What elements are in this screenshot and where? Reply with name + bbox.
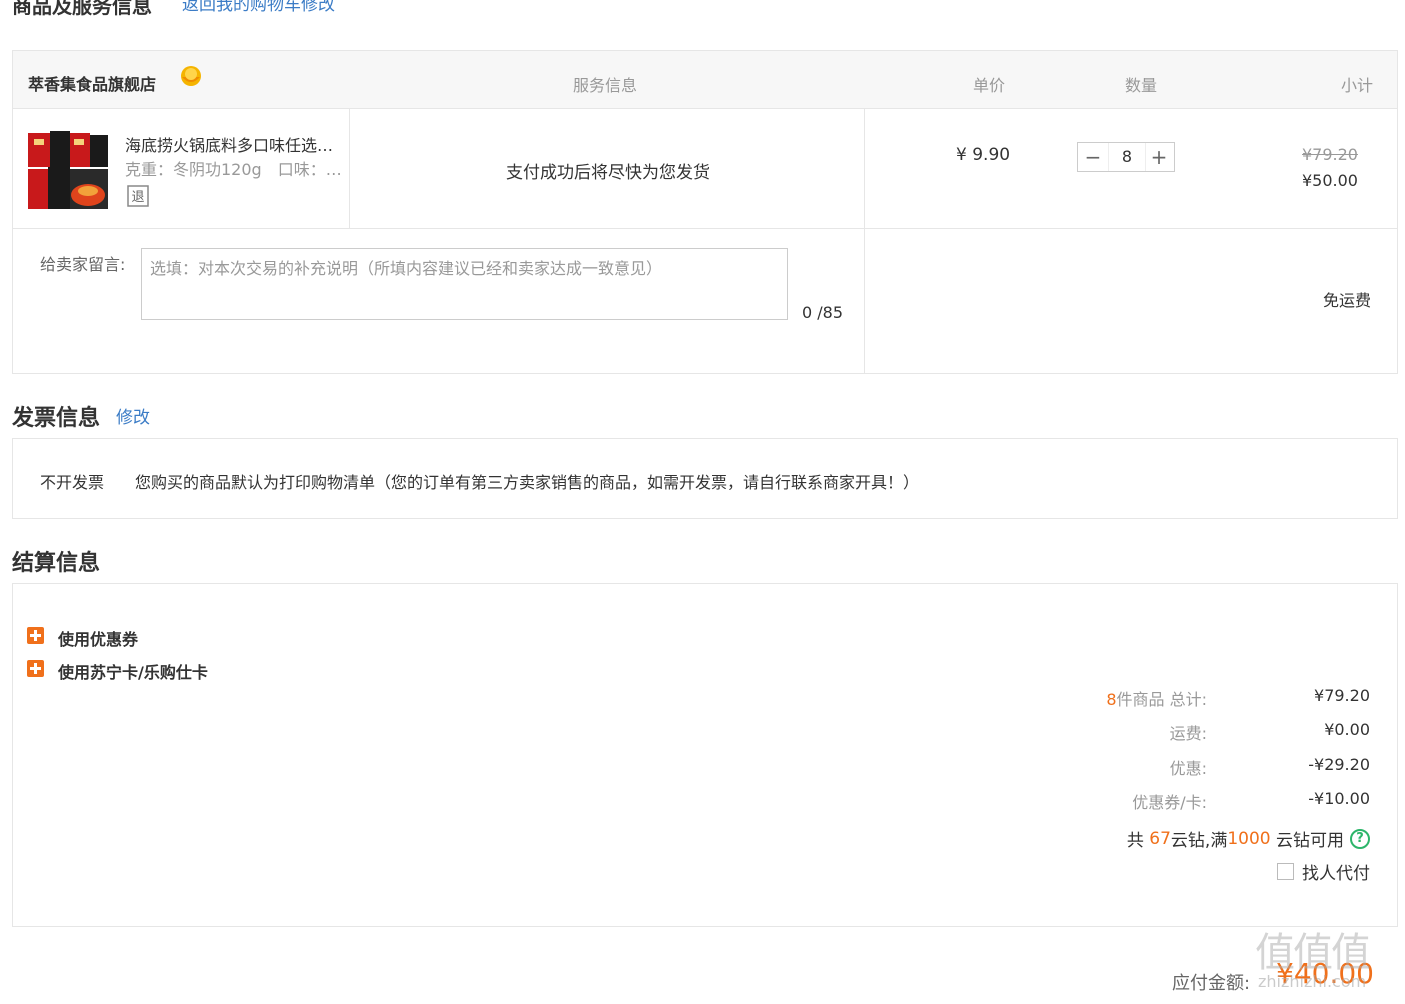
- minus-icon[interactable]: −: [1078, 143, 1108, 171]
- shipping-fee-note: 免运费: [1323, 291, 1372, 310]
- item-count: 8: [1106, 690, 1117, 709]
- back-to-cart-link[interactable]: 返回我的购物车修改: [182, 0, 335, 15]
- service-note: 支付成功后将尽快为您发货: [506, 163, 710, 183]
- item-count-suffix: 件商品 总计:: [1116, 690, 1207, 709]
- divider: [864, 109, 865, 374]
- seller-message-input[interactable]: [141, 248, 788, 320]
- yunzuan-info: 共 67 云钻,满 1000 云钻可用 ?: [1127, 826, 1370, 851]
- proxy-pay-checkbox[interactable]: [1277, 863, 1294, 880]
- svg-text:退: 退: [131, 190, 144, 205]
- section-title-items: 商品及服务信息: [12, 0, 152, 18]
- quantity-stepper: − 8 +: [1077, 142, 1175, 172]
- unit-price: ¥ 9.90: [956, 145, 1011, 165]
- store-badge-icon: [181, 66, 201, 86]
- plus-icon[interactable]: +: [1144, 143, 1174, 171]
- discount-label: 优惠:: [1169, 759, 1207, 778]
- header-unit-price: 单价: [973, 76, 1006, 95]
- yunzuan-prefix: 共: [1126, 831, 1144, 851]
- message-char-count: 0 /85: [802, 303, 844, 322]
- total-label: 8件商品 总计:: [1106, 686, 1207, 710]
- return-policy-icon: 退: [127, 185, 149, 207]
- payable-label: 应付金额:: [1172, 973, 1251, 994]
- product-spec: 克重：冬阴功120g 口味：冬阴功: [125, 160, 347, 179]
- yunzuan-threshold: 1000: [1227, 828, 1271, 849]
- coupon-label: 优惠券/卡:: [1132, 793, 1207, 812]
- help-icon[interactable]: ?: [1350, 828, 1370, 849]
- header-service: 服务信息: [573, 76, 638, 95]
- shipping-amount: ¥0.00: [1324, 720, 1370, 739]
- original-subtotal: ¥79.20: [1302, 145, 1358, 164]
- expand-coupon-icon[interactable]: [27, 627, 44, 644]
- coupon-amount: -¥10.00: [1308, 789, 1370, 808]
- watermark-url: zhizhizhi.com: [1258, 972, 1367, 991]
- divider: [349, 109, 350, 229]
- product-name[interactable]: 海底捞火锅底料多口味任选组合: [125, 132, 347, 156]
- invoice-description: 您购买的商品默认为打印购物清单（您的订单有第三方卖家销售的商品，如需开发票，请自…: [135, 473, 920, 492]
- yunzuan-suffix: 云钻可用: [1276, 831, 1344, 851]
- proxy-pay-label[interactable]: 找人代付: [1302, 859, 1370, 884]
- product-thumbnail[interactable]: [26, 129, 110, 213]
- message-label: 给卖家留言:: [40, 255, 126, 274]
- yunzuan-count: 67: [1149, 828, 1171, 849]
- divider: [12, 228, 1398, 229]
- header-subtotal: 小计: [1341, 76, 1374, 95]
- quantity-input[interactable]: 8: [1108, 143, 1146, 171]
- settlement-title: 结算信息: [12, 551, 101, 576]
- subtotal: ¥50.00: [1302, 171, 1358, 190]
- store-name[interactable]: 萃香集食品旗舰店: [28, 71, 156, 95]
- watermark: 值值值: [1255, 930, 1371, 976]
- invoice-edit-link[interactable]: 修改: [116, 403, 150, 428]
- order-table-header: 萃香集食品旗舰店 服务信息 单价 数量 小计: [12, 50, 1398, 109]
- discount-amount: -¥29.20: [1308, 755, 1370, 774]
- invoice-title: 发票信息: [12, 406, 101, 431]
- shipping-label: 运费:: [1169, 724, 1207, 743]
- yunzuan-mid: 云钻,满: [1170, 831, 1228, 851]
- total-amount: ¥79.20: [1314, 686, 1370, 705]
- use-coupon-toggle[interactable]: 使用优惠券: [58, 626, 138, 650]
- expand-card-icon[interactable]: [27, 660, 44, 677]
- header-quantity: 数量: [1125, 76, 1158, 95]
- use-card-toggle[interactable]: 使用苏宁卡/乐购仕卡: [58, 659, 208, 683]
- proxy-pay-option[interactable]: 找人代付: [1277, 859, 1370, 884]
- invoice-type: 不开发票: [40, 473, 105, 492]
